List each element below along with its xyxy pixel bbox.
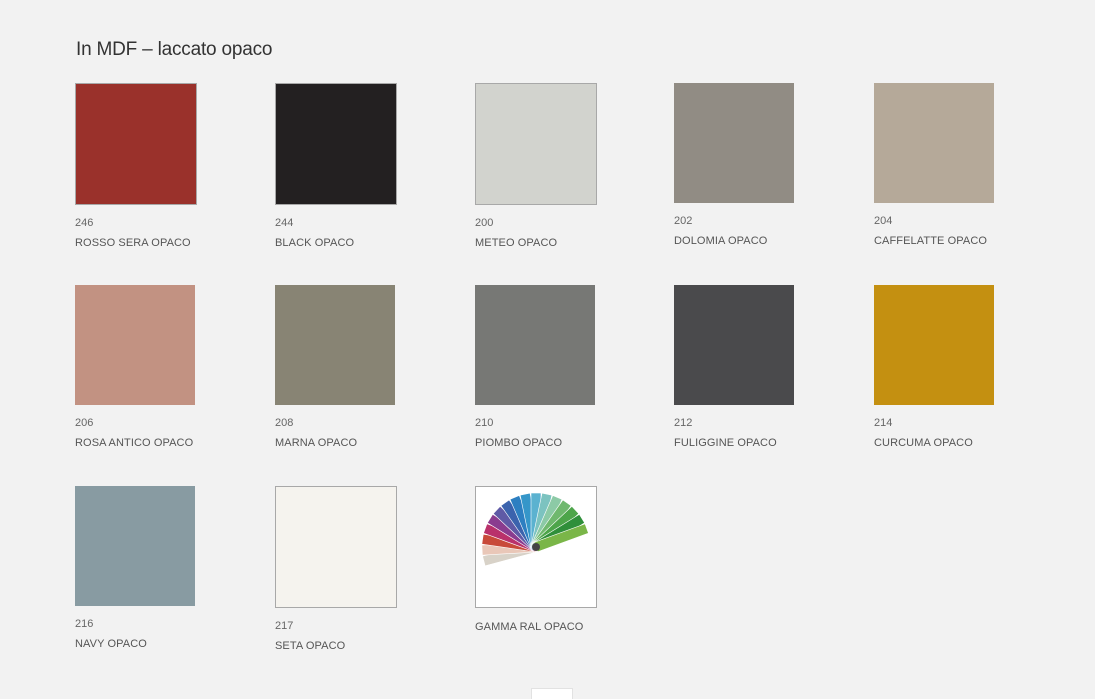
swatch-item[interactable]: 214 CURCUMA OPACO: [874, 285, 1074, 450]
color-chip[interactable]: [674, 83, 794, 203]
swatch-name: METEO OPACO: [475, 237, 558, 249]
swatch-name: PIOMBO OPACO: [475, 437, 563, 449]
swatch-item[interactable]: 244 BLACK OPACO: [275, 83, 475, 250]
color-chip[interactable]: [674, 285, 794, 405]
color-chip[interactable]: [75, 285, 195, 405]
ral-fan-image: [481, 492, 589, 567]
swatch-code: 244: [275, 217, 294, 229]
swatch-code: 210: [475, 417, 494, 429]
swatch-code: 202: [674, 215, 693, 227]
color-chip[interactable]: [75, 486, 195, 606]
ral-color-fan-icon[interactable]: [475, 486, 597, 608]
color-chip[interactable]: [475, 83, 597, 205]
color-chip[interactable]: [475, 285, 595, 405]
swatch-item[interactable]: GAMMA RAL OPACO: [475, 486, 675, 634]
swatch-name: SETA OPACO: [275, 640, 346, 652]
swatch-name: NAVY OPACO: [75, 638, 147, 650]
swatch-code: 212: [674, 417, 693, 429]
swatch-name: CURCUMA OPACO: [874, 437, 973, 449]
swatch-code: 208: [275, 417, 294, 429]
color-chip[interactable]: [874, 285, 994, 405]
swatch-name: GAMMA RAL OPACO: [475, 621, 584, 633]
swatch-name: FULIGGINE OPACO: [674, 437, 777, 449]
swatch-code: 200: [475, 217, 494, 229]
swatch-item[interactable]: 212 FULIGGINE OPACO: [674, 285, 874, 450]
swatch-code: 206: [75, 417, 94, 429]
swatch-item[interactable]: 202 DOLOMIA OPACO: [674, 83, 874, 248]
swatch-item[interactable]: 246 ROSSO SERA OPACO: [75, 83, 275, 250]
swatch-grid: 246 ROSSO SERA OPACO 244 BLACK OPACO 200…: [0, 0, 1095, 695]
swatch-item[interactable]: 208 MARNA OPACO: [275, 285, 475, 450]
pagination-stub: [531, 688, 573, 699]
color-chip[interactable]: [275, 285, 395, 405]
swatch-name: ROSA ANTICO OPACO: [75, 437, 194, 449]
swatch-item[interactable]: 206 ROSA ANTICO OPACO: [75, 285, 275, 450]
swatch-item[interactable]: 210 PIOMBO OPACO: [475, 285, 675, 450]
swatch-code: 246: [75, 217, 94, 229]
swatch-name: CAFFELATTE OPACO: [874, 235, 988, 247]
color-chip[interactable]: [75, 83, 197, 205]
swatch-code: 214: [874, 417, 893, 429]
swatch-item[interactable]: 204 CAFFELATTE OPACO: [874, 83, 1074, 248]
swatch-code: 216: [75, 618, 94, 630]
swatch-item[interactable]: 217 SETA OPACO: [275, 486, 475, 653]
color-chip[interactable]: [874, 83, 994, 203]
swatch-item[interactable]: 200 METEO OPACO: [475, 83, 675, 250]
swatch-name: DOLOMIA OPACO: [674, 235, 768, 247]
swatch-code: 204: [874, 215, 893, 227]
swatch-name: ROSSO SERA OPACO: [75, 237, 191, 249]
swatch-name: MARNA OPACO: [275, 437, 358, 449]
swatch-item[interactable]: 216 NAVY OPACO: [75, 486, 275, 651]
fan-pivot: [532, 543, 540, 551]
color-chip[interactable]: [275, 83, 397, 205]
color-chip[interactable]: [275, 486, 397, 608]
swatch-code: 217: [275, 620, 294, 632]
swatch-name: BLACK OPACO: [275, 237, 355, 249]
